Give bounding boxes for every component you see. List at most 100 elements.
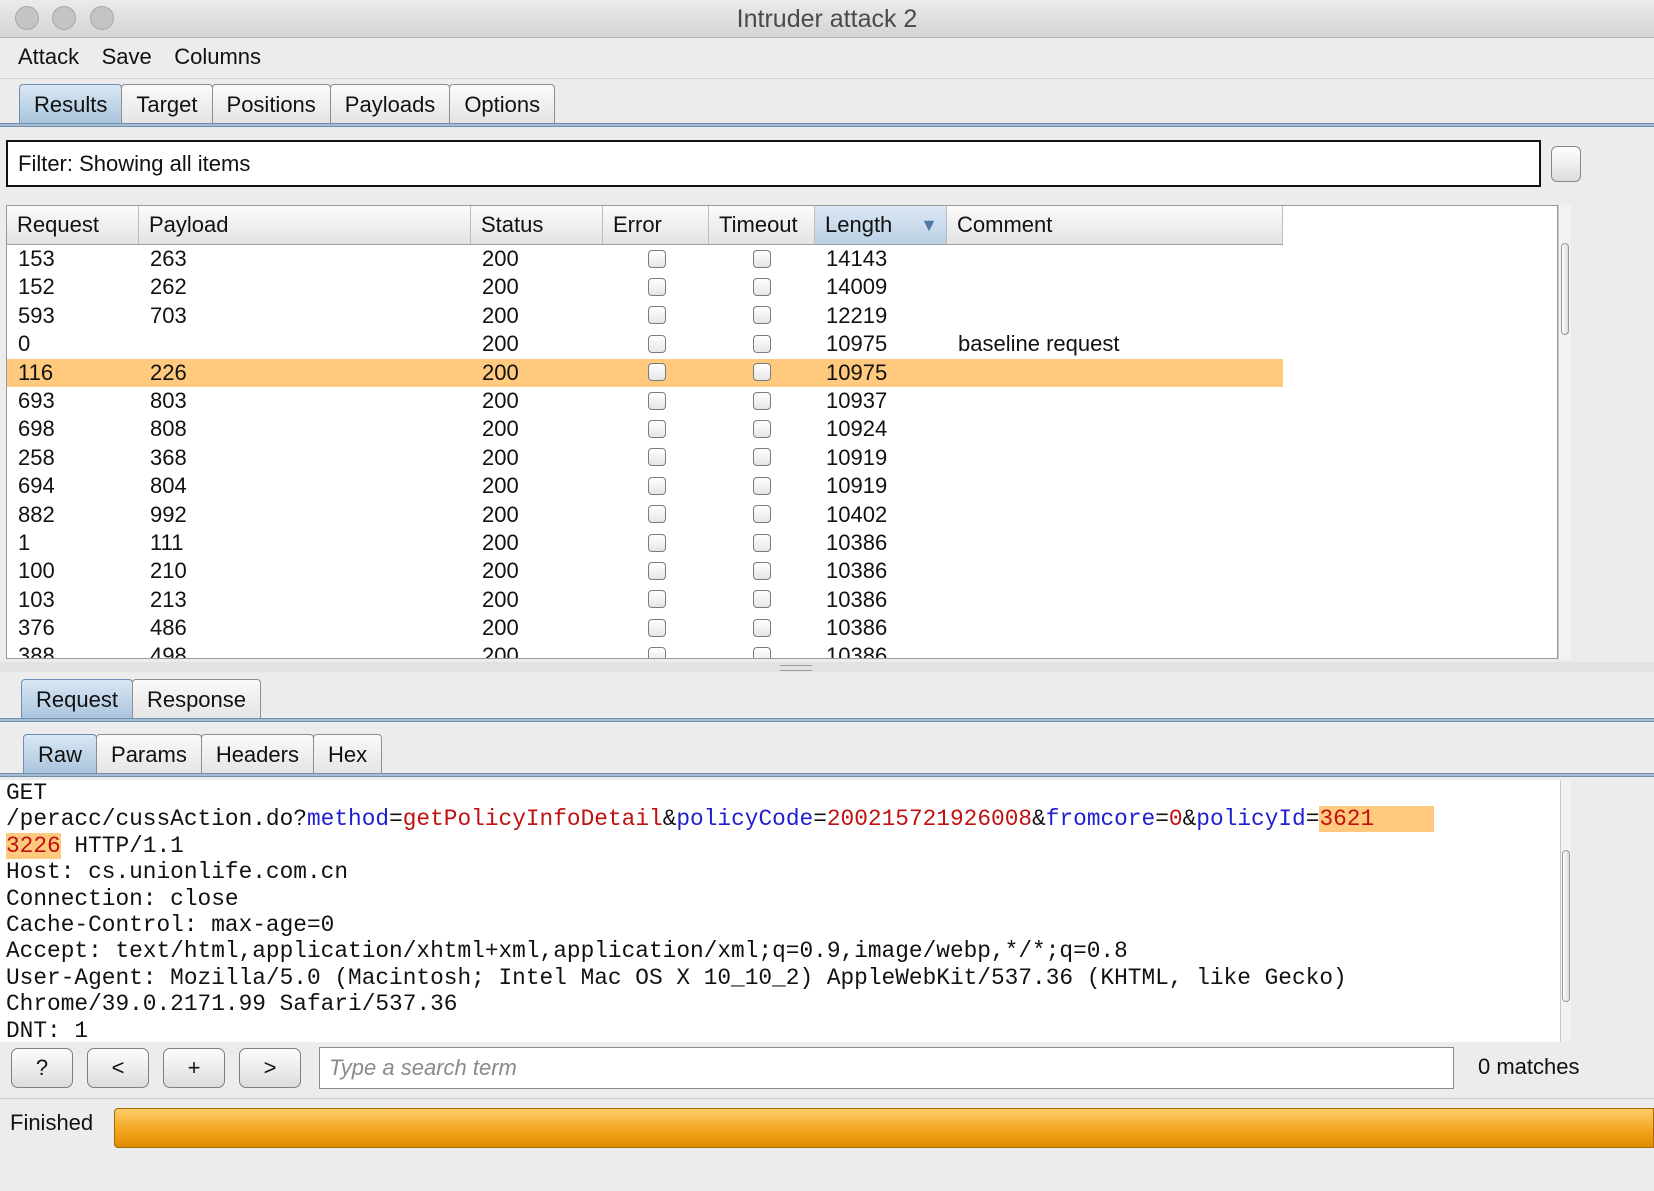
filter-help-button[interactable] — [1551, 146, 1581, 182]
tab-raw[interactable]: Raw — [23, 734, 98, 774]
table-scroll-thumb[interactable] — [1561, 243, 1569, 335]
pane-splitter[interactable] — [0, 662, 1654, 672]
cell-timeout — [709, 614, 815, 642]
cell-request: 103 — [18, 586, 55, 612]
tab-payloads[interactable]: Payloads — [329, 84, 451, 124]
cell-error — [603, 501, 709, 529]
table-row[interactable]: 693 803 200 10937 — [7, 387, 1283, 415]
table-scrollbar[interactable] — [1558, 205, 1571, 659]
cell-error — [603, 245, 709, 273]
filter-label: Filter: — [18, 151, 73, 176]
tab-target[interactable]: Target — [121, 84, 213, 124]
param-value: getPolicyInfoDetail — [402, 806, 663, 833]
table-row[interactable]: 258 368 200 10919 — [7, 444, 1283, 472]
cell-length: 10919 — [826, 444, 888, 470]
timeout-checkbox — [753, 420, 771, 439]
cell-error — [603, 557, 709, 585]
cell-comment — [947, 501, 1283, 529]
raw-protocol: HTTP/1.1 — [60, 832, 184, 859]
cell-comment — [947, 359, 1283, 387]
tab-response[interactable]: Response — [131, 679, 262, 719]
menu-columns[interactable]: Columns — [174, 44, 261, 70]
tab-params[interactable]: Params — [96, 734, 202, 774]
match-count: 0 matches — [1478, 1054, 1580, 1079]
attack-progress-bar — [114, 1108, 1654, 1148]
cell-status: 200 — [482, 274, 519, 300]
menu-save[interactable]: Save — [102, 44, 152, 70]
error-checkbox — [648, 590, 666, 609]
next-match-button[interactable]: > — [239, 1048, 301, 1088]
tab-results[interactable]: Results — [19, 84, 123, 124]
table-row[interactable]: 882 992 200 10402 — [7, 501, 1283, 529]
column-label: Request — [17, 212, 99, 237]
cell-timeout — [709, 359, 815, 387]
table-row[interactable]: 694 804 200 10919 — [7, 472, 1283, 500]
raw-scrollbar[interactable] — [1560, 780, 1571, 1042]
cell-length: 10386 — [826, 529, 888, 555]
cell-error — [603, 472, 709, 500]
column-header-request[interactable]: Request — [7, 206, 139, 244]
tab-hex[interactable]: Hex — [312, 734, 383, 774]
error-checkbox — [648, 618, 666, 637]
search-input[interactable]: Type a search term — [319, 1047, 1454, 1089]
filter-bar[interactable]: Filter: Showing all items — [6, 140, 1541, 187]
timeout-checkbox — [753, 363, 771, 382]
column-header-status[interactable]: Status — [471, 206, 603, 244]
tab-headers[interactable]: Headers — [200, 734, 314, 774]
table-row[interactable]: 0 200 10975 baseline request — [7, 330, 1283, 358]
cell-payload: 498 — [150, 643, 187, 659]
splitter-grip[interactable] — [780, 665, 812, 671]
add-search-button[interactable]: + — [163, 1048, 225, 1088]
cell-comment — [947, 444, 1283, 472]
table-row[interactable]: 153 263 200 14143 — [7, 245, 1283, 273]
table-row[interactable]: 1 111 200 10386 — [7, 529, 1283, 557]
cell-error — [603, 586, 709, 614]
menu-attack[interactable]: Attack — [18, 44, 79, 70]
table-row[interactable]: 100 210 200 10386 — [7, 557, 1283, 585]
cell-payload: 808 — [150, 416, 187, 442]
status-bar: Finished — [0, 1098, 1654, 1191]
raw-scroll-thumb[interactable] — [1562, 850, 1570, 1002]
table-row[interactable]: 103 213 200 10386 — [7, 586, 1283, 614]
cell-payload: 368 — [150, 444, 187, 470]
timeout-checkbox — [753, 391, 771, 410]
search-help-button[interactable]: ? — [11, 1048, 73, 1088]
menu-bar: Attack Save Columns — [0, 38, 1654, 79]
cell-length: 10386 — [826, 643, 888, 659]
cell-payload: 703 — [150, 302, 187, 328]
payload-highlight: 3621 — [1319, 806, 1375, 833]
table-row[interactable]: 376 486 200 10386 — [7, 614, 1283, 642]
table-row[interactable]: 116 226 200 10975 — [7, 358, 1283, 387]
cell-payload: 111 — [150, 529, 184, 555]
table-row[interactable]: 698 808 200 10924 — [7, 415, 1283, 443]
table-row[interactable]: 593 703 200 12219 — [7, 302, 1283, 330]
cell-comment — [947, 472, 1283, 500]
cell-status: 200 — [482, 473, 519, 499]
cell-request: 152 — [18, 274, 55, 300]
param-amp: & — [1032, 806, 1046, 833]
timeout-checkbox — [753, 278, 771, 297]
table-body: 153 263 200 14143 152 262 200 14009 593 703 200 122… — [7, 245, 1283, 659]
results-table: Request Payload Status Error Timeout Length ▼ C… — [6, 205, 1558, 659]
tab-options[interactable]: Options — [449, 84, 556, 124]
column-header-error[interactable]: Error — [603, 206, 709, 244]
cell-request: 153 — [18, 246, 55, 271]
tab-request[interactable]: Request — [21, 679, 133, 719]
column-header-comment[interactable]: Comment — [947, 206, 1283, 244]
raw-request-viewer[interactable]: GET /peracc/cussAction.do?method=getPoli… — [0, 780, 1560, 1042]
cell-status: 200 — [482, 302, 519, 328]
param-eq: = — [1305, 806, 1320, 833]
cell-payload: 226 — [150, 359, 187, 385]
column-header-length[interactable]: Length ▼ — [815, 206, 947, 244]
raw-header-line: Accept: text/html,application/xhtml+xml,… — [6, 938, 1128, 965]
table-row[interactable]: 388 498 200 10386 — [7, 642, 1283, 659]
raw-header-line: Cache-Control: max-age=0 — [6, 911, 335, 938]
cell-error — [603, 529, 709, 557]
error-checkbox — [648, 306, 666, 325]
previous-match-button[interactable]: < — [87, 1048, 149, 1088]
raw-header-line: User-Agent: Mozilla/5.0 (Macintosh; Inte… — [6, 964, 1347, 991]
table-row[interactable]: 152 262 200 14009 — [7, 273, 1283, 301]
column-header-payload[interactable]: Payload — [139, 206, 471, 244]
column-header-timeout[interactable]: Timeout — [709, 206, 815, 244]
tab-positions[interactable]: Positions — [211, 84, 331, 124]
